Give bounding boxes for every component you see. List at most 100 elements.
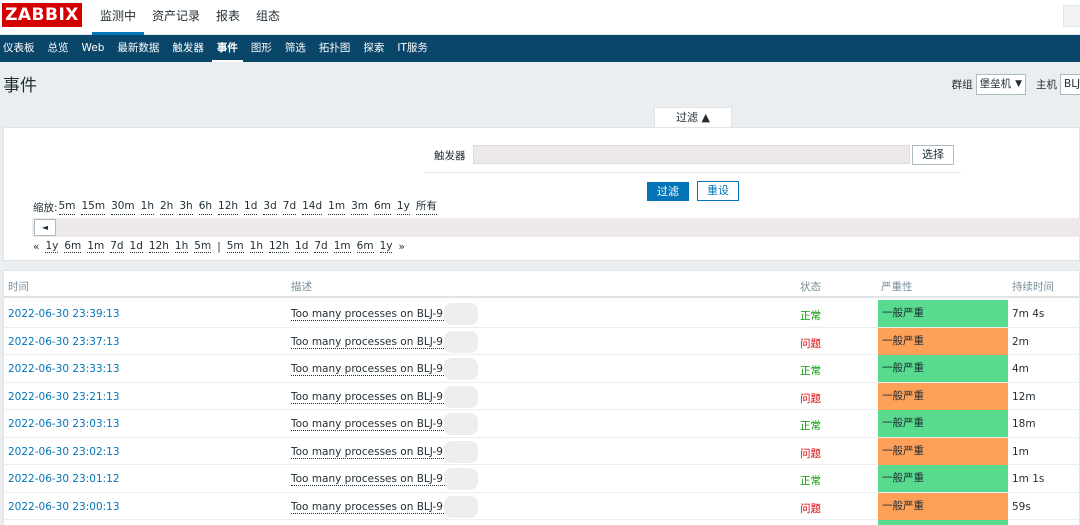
nav-forward-option[interactable]: 1d (295, 240, 309, 253)
event-description-link[interactable]: Too many processes on BLJ-91.4 (291, 418, 460, 431)
zoom-option[interactable]: 30m (111, 200, 135, 215)
search-box[interactable] (1063, 5, 1080, 27)
event-description-link[interactable]: Too many processes on BLJ-91.4 (291, 391, 460, 404)
zoom-option[interactable]: 1h (140, 200, 154, 215)
main-menu: 监测中 资产记录 报表 组态 (92, 0, 288, 35)
event-description-link[interactable]: Too many processes on BLJ-91.4 (291, 501, 460, 514)
zoom-option[interactable]: 2h (160, 200, 174, 215)
menu-configuration[interactable]: 组态 (248, 0, 288, 35)
menu-reports[interactable]: 报表 (208, 0, 248, 35)
group-select[interactable]: 堡垒机 ▼ (975, 73, 1026, 95)
duration-value: 12m (1012, 390, 1036, 403)
timeline-left-arrow-icon[interactable]: ◄ (34, 219, 56, 236)
event-description-link[interactable]: Too many processes on BLJ-91.4 (291, 308, 460, 321)
nav-back-option[interactable]: 1h (174, 240, 189, 253)
zoom-option[interactable]: 1m (328, 200, 346, 215)
zoom-option[interactable]: 3m (351, 200, 368, 215)
col-time-header[interactable]: 时间 (8, 279, 29, 294)
zoom-option[interactable]: 7d (282, 200, 297, 215)
submenu-web[interactable]: Web (77, 35, 110, 62)
duration-value: 7m 4s (1012, 308, 1045, 320)
host-select[interactable]: BLJ (1060, 73, 1080, 95)
nav-forward-option[interactable]: 5m (226, 240, 244, 253)
reset-filter-button[interactable]: 重设 (697, 181, 739, 201)
event-time-link[interactable]: 2022-06-30 23:39:13 (8, 308, 120, 320)
event-time-link[interactable]: 2022-06-30 23:01:12 (8, 473, 120, 485)
table-row: 2022-06-30 23:39:13 Too many processes on… (4, 300, 1080, 328)
duration-value: 1m (1012, 445, 1029, 458)
nav-back-option[interactable]: 6m (64, 240, 82, 253)
duration-value: 59s (1012, 500, 1031, 513)
table-row: 2022-06-30 23:00:13 Too many processes on… (4, 492, 1080, 520)
nav-forward-option[interactable]: 7d (314, 240, 328, 253)
status-label: 问题 (800, 392, 821, 405)
nav-back-option[interactable]: 1m (87, 240, 105, 253)
redaction-mask (444, 330, 478, 353)
submenu-maps[interactable]: 拓扑图 (314, 35, 356, 62)
timeline-scrollbar[interactable]: ◄ (32, 218, 1080, 237)
group-select-value: 堡垒机 (979, 77, 1012, 90)
nav-back-option[interactable]: 1y (45, 240, 59, 253)
filter-divider (424, 172, 961, 173)
severity-cell: 一般严重 (878, 327, 1008, 355)
page-header-controls: 群组 堡垒机 ▼ 主机 BLJ (952, 73, 1080, 95)
nav-back-option[interactable]: 5m (194, 240, 212, 253)
event-description-link[interactable]: Too many processes on BLJ-91. (291, 473, 453, 486)
nav-forward-option[interactable]: 12h (269, 240, 290, 253)
events-table: 时间 描述 状态 严重性 持续时间 2022-06-30 23:39:13 Too… (3, 270, 1080, 525)
event-time-link[interactable]: 2022-06-30 23:02:13 (8, 446, 120, 458)
submenu-dashboard[interactable]: 仪表板 (0, 35, 40, 62)
nav-forward-option[interactable]: 1y (379, 240, 393, 253)
zabbix-logo[interactable]: ZABBIX (2, 3, 82, 27)
submenu-it-services[interactable]: IT服务 (392, 35, 433, 62)
submenu-screens[interactable]: 筛选 (280, 35, 311, 62)
submenu-overview[interactable]: 总览 (43, 35, 74, 62)
nav-back-option[interactable]: 7d (110, 240, 124, 253)
nav-forward-option[interactable]: 1h (249, 240, 263, 253)
select-button[interactable]: 选择 (912, 145, 954, 165)
severity-cell: 一般严重 (878, 410, 1008, 437)
submenu-discovery[interactable]: 探索 (358, 35, 389, 62)
nav-back-option[interactable]: 12h (148, 240, 169, 253)
zoom-option[interactable]: 1d (244, 200, 258, 215)
event-description-link[interactable]: Too many processes on BLJ-91.4 (291, 446, 460, 459)
zoom-option[interactable]: 1y (396, 200, 410, 215)
nav-forward-option[interactable]: 1m (333, 240, 351, 253)
zoom-option[interactable]: 5m (58, 200, 76, 215)
filter-tab[interactable]: 过滤 ▲ (654, 107, 732, 128)
submenu-graphs[interactable]: 图形 (246, 35, 277, 62)
nav-forward-option[interactable]: 6m (356, 240, 374, 253)
event-time-link[interactable]: 2022-06-30 23:37:13 (8, 336, 120, 348)
redaction-mask (444, 495, 478, 518)
status-label: 问题 (800, 337, 821, 350)
nav-separator: | (217, 240, 221, 253)
filter-panel: 触发器 选择 过滤 重设 缩放: 5m 15m 30m 1h 2h 3h 6h 12h 1d 3d… (3, 127, 1080, 261)
event-time-link[interactable]: 2022-06-30 23:03:13 (8, 418, 120, 430)
zoom-option[interactable]: 6m (374, 200, 391, 215)
col-description-header: 描述 (291, 281, 312, 293)
zoom-option[interactable]: 3h (179, 200, 193, 215)
zoom-option[interactable]: 15m (81, 200, 106, 215)
event-description-link[interactable]: Too many processes on BLJ-91.4 (291, 336, 460, 349)
apply-filter-button[interactable]: 过滤 (647, 182, 689, 201)
nav-back-arrow-icon[interactable]: « (33, 241, 39, 253)
nav-back-option[interactable]: 1d (129, 240, 143, 253)
zoom-option[interactable]: 3d (263, 200, 277, 215)
severity-cell: 一般严重 (878, 465, 1008, 492)
zoom-option[interactable]: 6h (198, 200, 213, 215)
menu-monitoring[interactable]: 监测中 (92, 0, 145, 35)
zoom-option[interactable]: 14d (302, 200, 323, 215)
event-description-link[interactable]: Too many processes on BLJ-91.4 (291, 363, 460, 376)
submenu-events[interactable]: 事件 (211, 35, 243, 62)
trigger-input[interactable] (473, 145, 910, 164)
menu-inventory[interactable]: 资产记录 (144, 0, 208, 35)
event-time-link[interactable]: 2022-06-30 23:21:13 (8, 391, 120, 403)
status-label: 正常 (800, 310, 821, 322)
event-time-link[interactable]: 2022-06-30 23:33:13 (8, 363, 120, 375)
event-time-link[interactable]: 2022-06-30 23:00:13 (8, 501, 120, 513)
zoom-option[interactable]: 12h (218, 200, 239, 215)
submenu-latest-data[interactable]: 最新数据 (112, 35, 164, 62)
zoom-option[interactable]: 所有 (415, 200, 437, 215)
submenu-triggers[interactable]: 触发器 (167, 35, 209, 62)
nav-forward-arrow-icon[interactable]: » (398, 241, 404, 253)
